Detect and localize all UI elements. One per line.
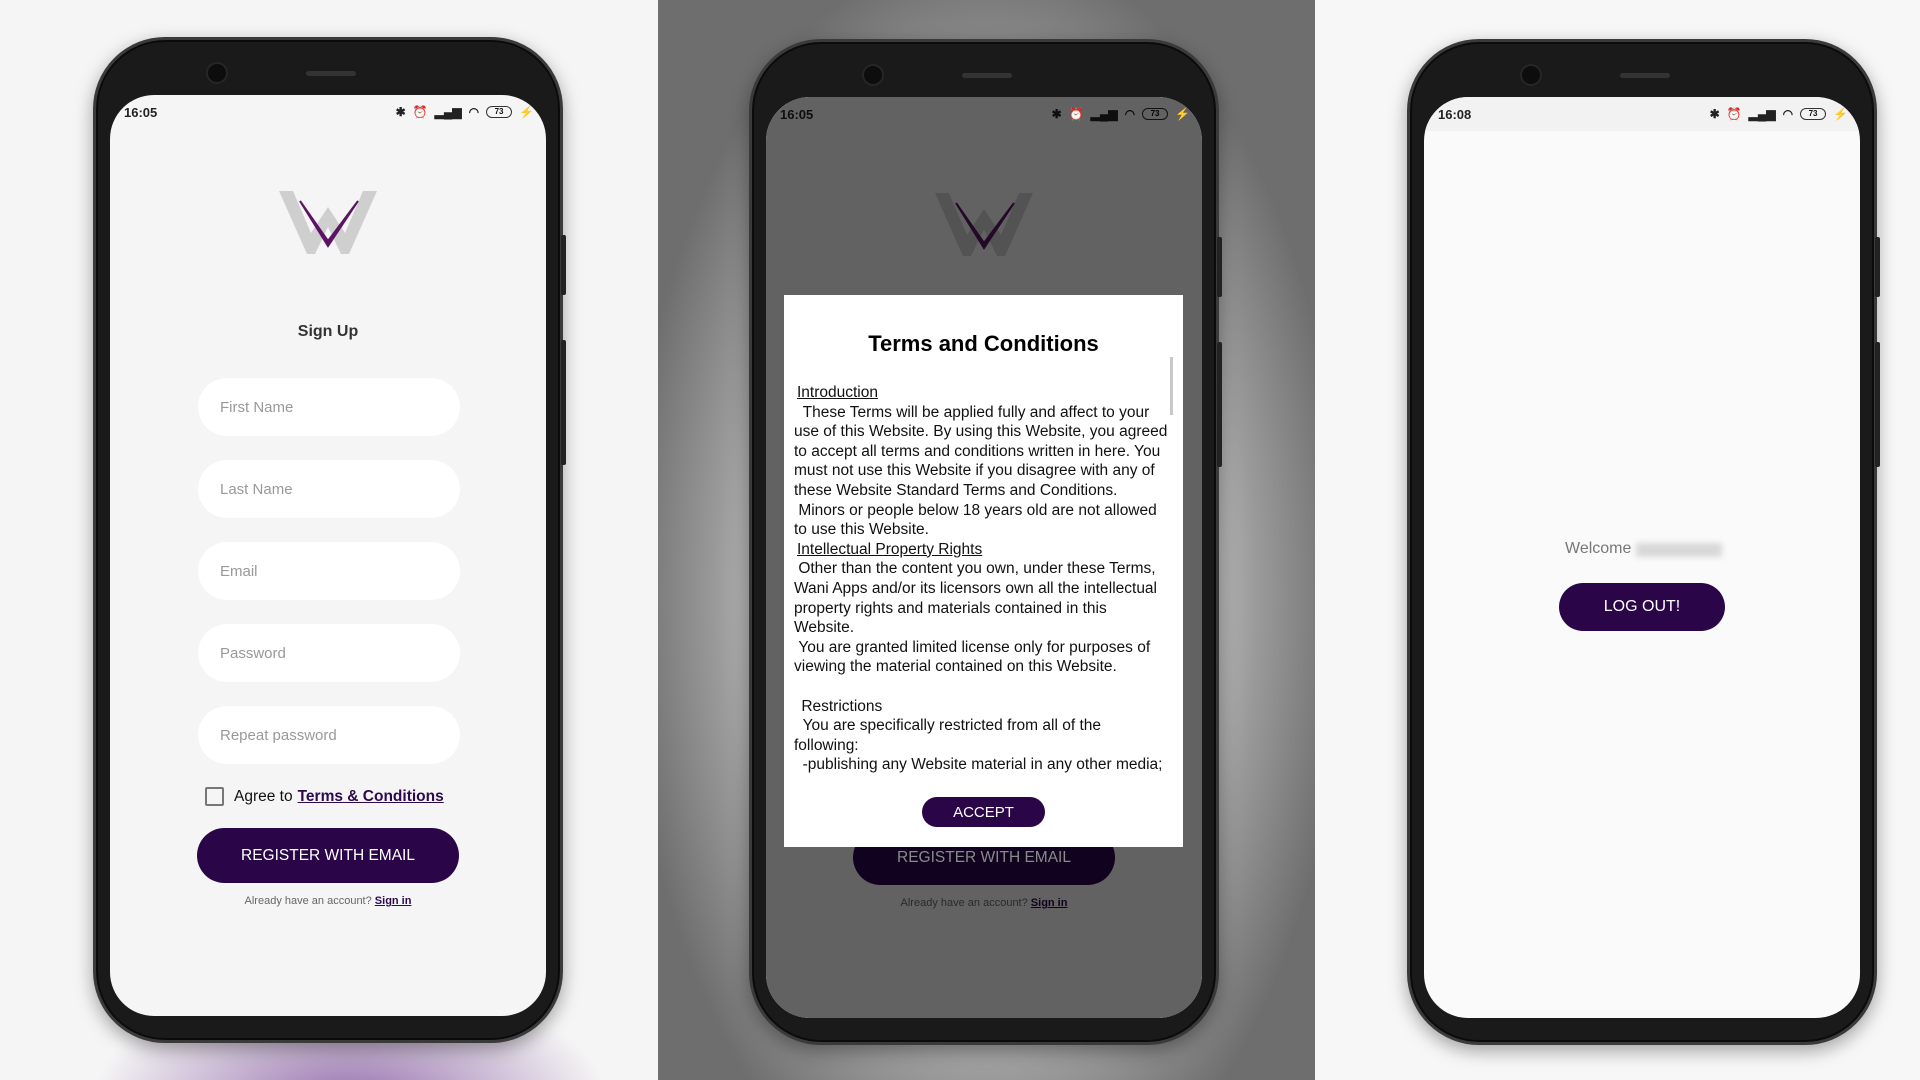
wifi-icon: ◠ [1124,107,1136,121]
scrollbar[interactable] [1170,357,1173,415]
logout-button[interactable]: LOG OUT! [1559,583,1725,631]
terms-dialog: Terms and Conditions Introduction These … [784,295,1183,847]
section-heading: Intellectual Property Rights [797,540,983,558]
already-account-row: Already have an account? Sign in [110,895,546,907]
charging-icon: ⚡ [1175,107,1190,121]
camera [1522,66,1540,84]
agree-checkbox[interactable] [205,787,224,806]
wifi-icon: ◠ [1782,107,1794,121]
password-input[interactable]: Password [198,624,460,682]
alarm-icon: ⏰ [412,105,428,119]
section-heading: Restrictions [801,697,883,715]
bluetooth-icon: ✱ [1051,107,1062,121]
welcome-screen: 16:08 ✱ ⏰ ▂▄▆ ◠ 73 ⚡ Welcome LOG OUT! [1424,97,1860,1018]
battery-icon: 73 [1142,108,1169,120]
phone-frame: 16:05 ✱ ⏰ ▂▄▆ ◠ 73 ⚡ REGISTER WITH EMAIL Alre… [749,39,1222,1045]
page-title: Sign Up [297,323,359,340]
agree-label: Agree to [234,787,293,805]
welcome-message: Welcome [1565,540,1723,558]
camera [864,66,882,84]
status-time: 16:08 [1438,106,1472,122]
battery-icon: 73 [1800,108,1827,120]
camera [208,64,226,82]
signal-icon: ▂▄▆ [434,105,462,119]
power-button [1217,342,1222,467]
section-body: You are specifically restricted from all… [794,717,1163,774]
speaker [306,71,356,76]
terms-screen: 16:05 ✱ ⏰ ▂▄▆ ◠ 73 ⚡ REGISTER WITH EMAIL Alre… [766,97,1202,1018]
welcome-label: Welcome [1565,540,1632,557]
alarm-icon: ⏰ [1068,107,1084,121]
status-bar: 16:05 ✱ ⏰ ▂▄▆ ◠ 73 ⚡ [766,97,1202,131]
email-input[interactable]: Email [198,542,460,600]
sign-in-link[interactable]: Sign in [375,895,412,907]
blurred-username [1636,543,1723,557]
charging-icon: ⚡ [519,105,534,119]
terms-link[interactable]: Terms & Conditions [298,788,444,806]
power-button [561,340,566,465]
terms-panel: 16:05 ✱ ⏰ ▂▄▆ ◠ 73 ⚡ REGISTER WITH EMAIL Alre… [658,0,1315,1080]
sign-in-link[interactable]: Sign in [1031,897,1068,909]
bluetooth-icon: ✱ [1709,107,1720,121]
welcome-panel: 16:08 ✱ ⏰ ▂▄▆ ◠ 73 ⚡ Welcome LOG OUT! [1315,0,1920,1080]
alarm-icon: ⏰ [1726,107,1742,121]
status-time: 16:05 [780,106,814,122]
repeat-password-input[interactable]: Repeat password [198,706,460,764]
agree-row: Agree to Terms & Conditions [205,787,444,806]
register-button[interactable]: REGISTER WITH EMAIL [197,828,459,883]
terms-content[interactable]: Introduction These Terms will be applied… [794,383,1169,774]
signup-screen: 16:05 ✱ ⏰ ▂▄▆ ◠ 73 ⚡ Sign Up First Name Last … [110,95,546,1016]
status-time: 16:05 [124,104,158,120]
power-button [1875,342,1880,467]
volume-button [1217,237,1222,297]
signal-icon: ▂▄▆ [1748,107,1776,121]
signup-panel: 16:05 ✱ ⏰ ▂▄▆ ◠ 73 ⚡ Sign Up First Name Last … [0,0,658,1080]
section-body: These Terms will be applied fully and af… [794,403,1168,539]
already-text: Already have an account? [900,897,1028,909]
volume-button [561,235,566,295]
bluetooth-icon: ✱ [395,105,406,119]
app-logo [935,193,1033,256]
volume-button [1875,237,1880,297]
status-bar: 16:08 ✱ ⏰ ▂▄▆ ◠ 73 ⚡ [1424,97,1860,131]
last-name-input[interactable]: Last Name [198,460,460,518]
already-account-row: Already have an account? Sign in [766,897,1202,909]
section-heading: Introduction [797,384,878,401]
dialog-title: Terms and Conditions [868,331,1099,356]
status-bar: 16:05 ✱ ⏰ ▂▄▆ ◠ 73 ⚡ [110,95,546,129]
phone-frame: 16:08 ✱ ⏰ ▂▄▆ ◠ 73 ⚡ Welcome LOG OUT! [1407,39,1880,1045]
section-body: Other than the content you own, under th… [794,560,1158,676]
speaker [1620,73,1670,78]
phone-frame: 16:05 ✱ ⏰ ▂▄▆ ◠ 73 ⚡ Sign Up First Name Last … [93,37,566,1043]
first-name-input[interactable]: First Name [198,378,460,436]
wifi-icon: ◠ [468,105,480,119]
signal-icon: ▂▄▆ [1090,107,1118,121]
battery-icon: 73 [486,106,513,118]
charging-icon: ⚡ [1833,107,1848,121]
accept-button[interactable]: ACCEPT [922,797,1045,827]
app-logo [279,191,377,254]
already-text: Already have an account? [244,895,372,907]
speaker [962,73,1012,78]
